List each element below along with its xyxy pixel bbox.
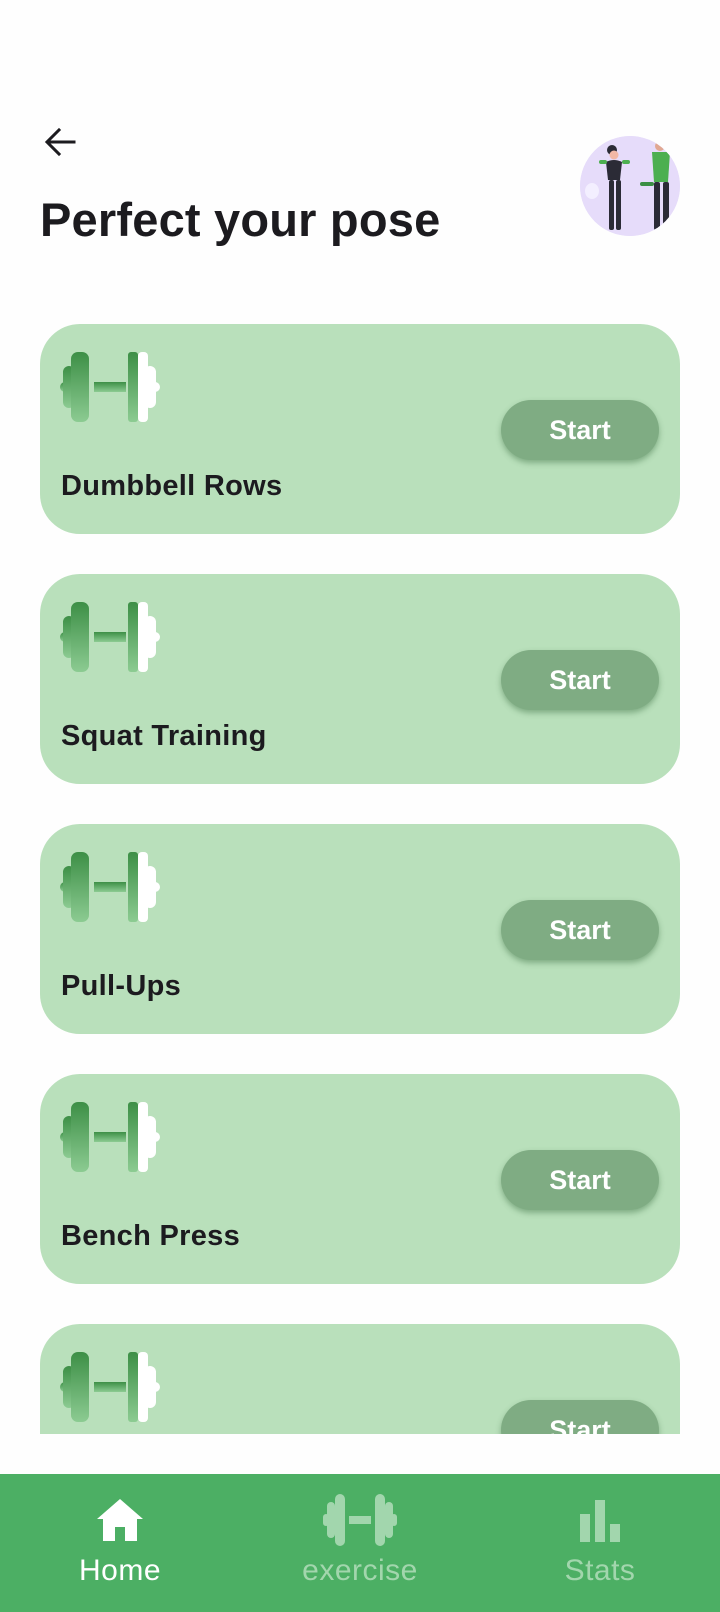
nav-label-home: Home — [78, 1554, 162, 1587]
dumbbell-icon — [60, 1102, 160, 1172]
avatar — [580, 136, 680, 236]
exercise-title: Bench Press — [61, 1220, 240, 1252]
start-button[interactable]: Start — [501, 900, 659, 960]
dumbbell-icon — [60, 852, 160, 922]
dumbbell-icon — [60, 602, 160, 672]
bar-chart-icon — [580, 1500, 620, 1542]
start-button[interactable]: Start — [501, 650, 659, 710]
home-icon — [97, 1499, 143, 1541]
nav-item-home[interactable]: Home — [0, 1474, 240, 1612]
fitness-illustration-icon — [580, 136, 680, 236]
exercise-card: Start — [40, 1324, 680, 1434]
start-button[interactable]: Start — [501, 1150, 659, 1210]
nav-label-stats: Stats — [564, 1554, 636, 1587]
exercise-card: Pull-Ups Start — [40, 824, 680, 1034]
exercise-card: Dumbbell Rows Start — [40, 324, 680, 534]
nav-item-exercise[interactable]: exercise — [240, 1474, 480, 1612]
dumbbell-icon — [60, 352, 160, 422]
arrow-left-icon — [44, 127, 76, 157]
exercise-card: Bench Press Start — [40, 1074, 680, 1284]
nav-label-exercise: exercise — [302, 1554, 418, 1587]
back-button[interactable] — [40, 122, 80, 162]
dumbbell-icon — [60, 1352, 160, 1422]
exercise-list[interactable]: Dumbbell Rows Start Squat Training Start — [0, 324, 720, 1434]
start-button[interactable]: Start — [501, 400, 659, 460]
exercise-title: Squat Training — [61, 720, 267, 752]
exercise-title: Pull-Ups — [61, 970, 182, 1002]
start-button[interactable]: Start — [501, 1400, 659, 1434]
page-title: Perfect your pose — [40, 193, 441, 246]
bottom-navigation: Home exercise Stats — [0, 1474, 720, 1612]
nav-item-stats[interactable]: Stats — [480, 1474, 720, 1612]
dumbbell-icon — [323, 1494, 397, 1546]
exercise-card: Squat Training Start — [40, 574, 680, 784]
exercise-title: Dumbbell Rows — [61, 470, 283, 502]
